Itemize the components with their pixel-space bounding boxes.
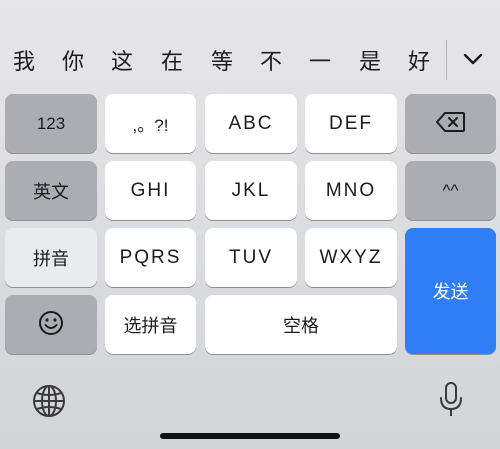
candidate-8[interactable]: 是 bbox=[350, 48, 390, 78]
key-emoticon[interactable]: ^^ bbox=[405, 161, 496, 220]
candidate-6[interactable]: 不 bbox=[251, 48, 291, 78]
keyboard: 我 你 这 在 等 不 一 是 好 123 ,。?! ABC DEF 英文 GH… bbox=[0, 0, 500, 449]
home-indicator[interactable] bbox=[160, 433, 340, 439]
smiley-icon bbox=[37, 309, 65, 341]
candidate-1[interactable]: 我 bbox=[4, 48, 44, 78]
chevron-down-icon[interactable] bbox=[460, 46, 486, 72]
key-jkl[interactable]: JKL bbox=[205, 161, 297, 220]
send-button[interactable]: 发送 bbox=[405, 228, 496, 354]
microphone-icon[interactable] bbox=[437, 381, 465, 423]
key-abc[interactable]: ABC bbox=[205, 94, 297, 153]
candidate-2[interactable]: 你 bbox=[53, 48, 93, 78]
space-key[interactable]: 空格 bbox=[205, 295, 397, 354]
key-punctuation[interactable]: ,。?! bbox=[105, 94, 196, 153]
key-pinyin[interactable]: 拼音 bbox=[5, 228, 97, 287]
key-mno[interactable]: MNO bbox=[305, 161, 397, 220]
candidate-divider bbox=[446, 40, 447, 80]
delete-key[interactable] bbox=[405, 94, 496, 153]
candidate-7[interactable]: 一 bbox=[300, 48, 340, 78]
globe-icon[interactable] bbox=[31, 383, 67, 423]
candidate-bar: 我 你 这 在 等 不 一 是 好 bbox=[0, 30, 500, 92]
candidate-9[interactable]: 好 bbox=[399, 48, 439, 78]
key-wxyz[interactable]: WXYZ bbox=[305, 228, 397, 287]
key-tuv[interactable]: TUV bbox=[205, 228, 297, 287]
candidate-3[interactable]: 这 bbox=[102, 48, 142, 78]
backspace-icon bbox=[435, 111, 466, 137]
key-123[interactable]: 123 bbox=[5, 94, 97, 153]
emoji-key[interactable] bbox=[5, 295, 97, 354]
key-def[interactable]: DEF bbox=[305, 94, 397, 153]
key-english[interactable]: 英文 bbox=[5, 161, 97, 220]
candidate-5[interactable]: 等 bbox=[202, 48, 242, 78]
key-ghi[interactable]: GHI bbox=[105, 161, 196, 220]
key-pqrs[interactable]: PQRS bbox=[105, 228, 196, 287]
candidate-4[interactable]: 在 bbox=[152, 48, 192, 78]
key-select-pinyin[interactable]: 选拼音 bbox=[105, 295, 196, 354]
